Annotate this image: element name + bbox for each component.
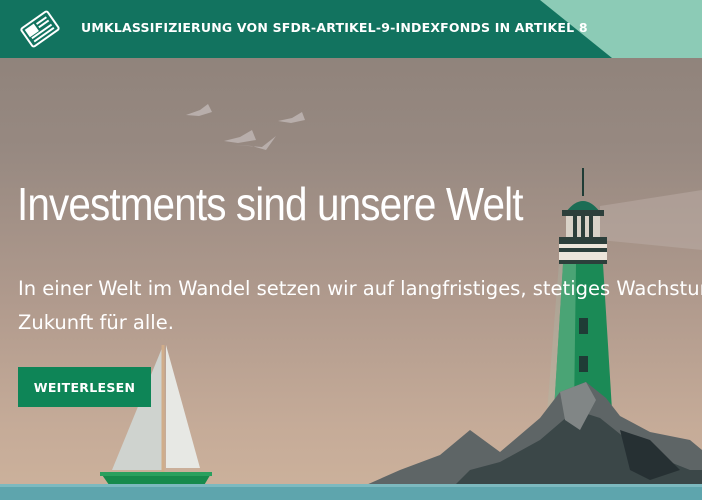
hero-subline-line-2: Zukunft für alle. (18, 311, 174, 334)
announcement-banner[interactable]: UMKLASSIFIZIERUNG VON SFDR-ARTIKEL-9-IND… (0, 0, 702, 58)
newspaper-icon (20, 10, 60, 48)
hero-subline: In einer Welt im Wandel setzen wir auf l… (18, 272, 702, 340)
lighthouse-beam (600, 190, 702, 250)
bird-icon (278, 112, 305, 123)
bird-icon (186, 104, 212, 116)
hero-illustration (0, 104, 702, 500)
read-more-button[interactable]: WEITERLESEN (18, 367, 151, 407)
announcement-banner-text[interactable]: UMKLASSIFIZIERUNG VON SFDR-ARTIKEL-9-IND… (81, 20, 588, 35)
bird-icon (224, 130, 256, 143)
hero-subline-line-1: In einer Welt im Wandel setzen wir auf l… (18, 277, 702, 300)
hero-section: Investments sind unsere Welt In einer We… (0, 0, 702, 500)
hero-headline: Investments sind unsere Welt (17, 178, 523, 230)
